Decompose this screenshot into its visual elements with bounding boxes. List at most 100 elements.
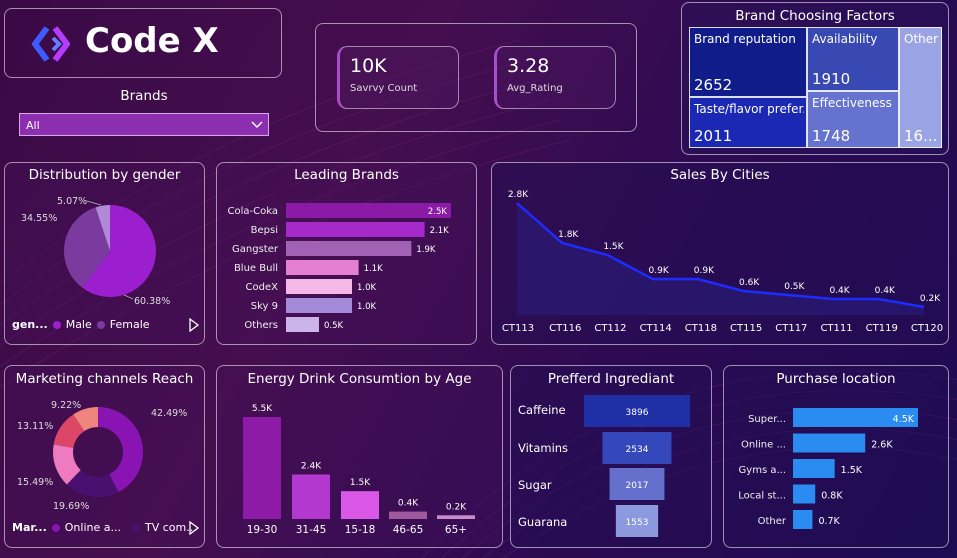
bar-category-label: Others [244,320,278,331]
kpi-label: Avg_Rating [507,83,563,94]
treemap-tile[interactable]: Other 16... [899,27,942,148]
funnel-value: 3896 [626,408,649,418]
x-tick-label: CT114 [640,323,672,334]
gender-distribution-card: Distribution by gender 5.07% 34.55% 60.3… [4,162,205,345]
bar-category-label: Blue Bull [234,263,278,274]
legend-item-online: Online a... [64,521,121,534]
leading-brands-card: Leading Brands Cola-Coka 2.5K Bepsi 2.1K Gan… [216,162,477,345]
legend-next-arrow-icon[interactable] [189,318,199,332]
point-data-label: 0.6K [739,278,760,288]
point-data-label: 1.5K [603,242,624,252]
pie-label: 60.38% [134,296,170,307]
bar-data-label: 1.5K [350,478,371,488]
x-tick-label: 65+ [445,524,467,536]
treemap-value: 1910 [812,70,851,88]
kpi-label: Savrvy Count [350,83,418,94]
x-tick-label: CT117 [775,323,807,334]
age-consumption-card: Energy Drink Consumtion by Age 5.5K 19-30… [216,365,503,548]
x-tick-label: 19-30 [247,524,278,536]
bar-data-label: 1.9K [416,245,436,255]
treemap-label: Effectiveness [812,96,892,110]
donut-label: 15.49% [17,477,53,488]
bar [243,417,281,519]
ingredient-funnel-chart: 3896 2534 2017 1553 [584,395,690,537]
chevrons-logo-icon [32,26,70,62]
legend-dot-online [51,523,60,532]
treemap-value: 2652 [694,76,733,94]
bar-category-label: Gyms a... [739,465,786,476]
bar-category-label: CodeX [246,282,279,293]
x-tick-label: CT120 [911,323,943,334]
treemap-label: Other [904,32,939,46]
bar-data-label: 0.8K [821,491,843,502]
sales-by-cities-card: Sales By Cities 2.8K CT113 1.8K CT116 1.5K CT… [491,162,949,345]
treemap-tile[interactable]: Availability 1910 [807,27,899,91]
logo-text: Code X [85,21,219,61]
bar-category-label: Online ... [741,440,786,451]
bar-data-label: 0.2K [446,502,467,512]
treemap-value: 1748 [812,127,851,145]
donut-label: 42.49% [151,408,187,419]
bar [793,510,813,529]
bar [286,241,412,256]
donut-label: 13.11% [17,421,53,432]
bar-data-label: 0.7K [818,516,840,527]
legend-dot-male [52,320,61,329]
bar-category-label: Gangster [232,244,279,255]
bar [286,260,359,275]
x-tick-label: 31-45 [296,524,327,536]
donut-label: 9.22% [51,400,81,411]
purchase-location-card: Purchase location Super... 4.5K Online ...… [723,365,949,548]
treemap-tile[interactable]: Taste/flavor prefer... 2011 [689,97,807,148]
purchase-bar-chart: Super... 4.5K Online ... 2.6K Gyms a... 1.5K L… [738,408,918,529]
point-data-label: 2.8K [508,190,529,200]
kpi-value: 10K [350,55,387,77]
funnel-value: 2017 [626,481,649,491]
dropdown-selected-value: All [26,119,40,132]
bar-data-label: 2.1K [430,226,450,236]
kpi-card-group: 10K Savrvy Count 3.28 Avg_Rating [315,23,637,132]
bar-category-label: Local st... [738,491,786,502]
bar-data-label: 1.5K [841,465,863,476]
gender-legend: gen... Male Female [12,318,150,331]
bar [793,459,835,478]
legend-title: gen... [12,318,48,331]
point-data-label: 0.5K [784,282,805,292]
point-data-label: 0.9K [694,266,715,276]
legend-next-arrow-icon[interactable] [189,521,199,535]
kpi-avg-rating: 3.28 Avg_Rating [494,46,616,109]
treemap-tile[interactable]: Effectiveness 1748 [807,91,899,148]
bar [286,317,319,332]
sales-cities-area-chart: 2.8K CT113 1.8K CT116 1.5K CT112 0.9K CT114 0.9K… [502,190,943,334]
legend-title: Mar... [12,521,47,534]
donut-label: 19.69% [53,501,89,512]
bar-data-label: 5.5K [252,404,273,414]
point-data-label: 0.9K [649,266,670,276]
legend-item-male: Male [65,318,92,331]
bar [341,491,379,519]
point-data-label: 0.2K [920,294,941,304]
x-tick-label: CT115 [730,323,762,334]
x-tick-label: 15-18 [345,524,376,536]
funnel-value: 2534 [626,445,649,455]
marketing-channels-card: Marketing channels Reach 42.49% 19.69% 1… [4,365,205,548]
brands-dropdown[interactable]: All [19,113,269,136]
bar-data-label: 2.4K [301,461,322,471]
bar [437,515,475,519]
treemap-label: Brand reputation [694,32,796,46]
x-tick-label: CT112 [594,323,626,334]
bar [389,511,427,519]
bar [286,222,425,237]
ingredient-card: Prefferd Ingrediant Caffeine Vitamins Su… [510,365,712,548]
treemap-tile[interactable]: Brand reputation 2652 [689,27,807,97]
bar-data-label: 2.6K [871,440,893,451]
point-data-label: 0.4K [875,286,896,296]
x-tick-label: CT113 [502,323,534,334]
logo-card: Code X [4,8,282,78]
bar-category-label: Super... [748,414,786,425]
bar-category-label: Sky 9 [251,301,278,312]
treemap-label: Taste/flavor prefer... [694,102,804,116]
x-tick-label: CT119 [866,323,898,334]
bar-data-label: 0.5K [324,321,344,331]
funnel-value: 1553 [626,518,649,528]
